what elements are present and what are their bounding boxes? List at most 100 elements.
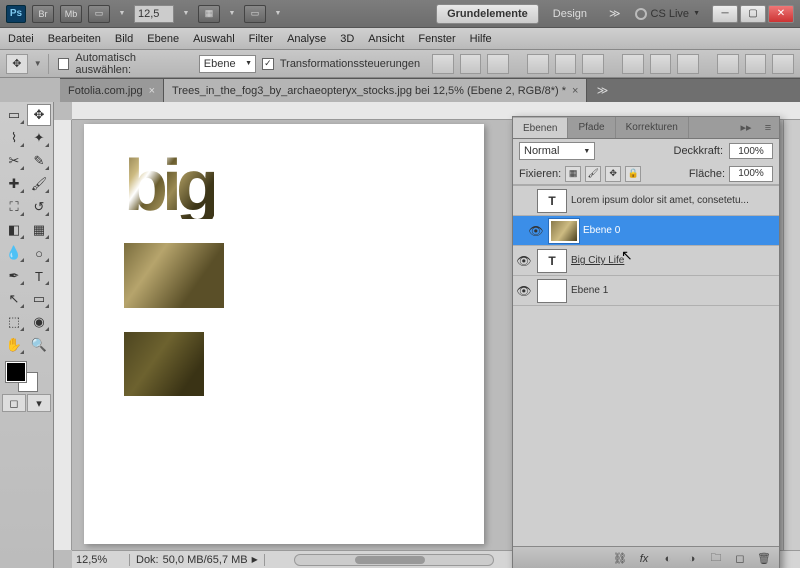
blend-mode-select[interactable]: Normal▼: [519, 142, 595, 160]
auto-select-target[interactable]: Ebene▼: [199, 55, 256, 73]
align-2-button[interactable]: [460, 54, 482, 74]
history-brush-tool[interactable]: ↺: [27, 196, 51, 218]
align-4-button[interactable]: [527, 54, 549, 74]
close-tab-icon[interactable]: ×: [572, 85, 578, 97]
shape-tool[interactable]: ▭: [27, 288, 51, 310]
eraser-tool[interactable]: ◧: [2, 219, 26, 241]
layer-group-button[interactable]: 🗀: [705, 550, 727, 568]
menu-ebene[interactable]: Ebene: [147, 33, 179, 45]
screenmode-toggle[interactable]: ▾: [27, 394, 51, 412]
new-layer-button[interactable]: ◻: [729, 550, 751, 568]
lasso-tool[interactable]: ⌇: [2, 127, 26, 149]
quick-select-tool[interactable]: ✦: [27, 127, 51, 149]
lock-transparency-icon[interactable]: ▦: [565, 166, 581, 182]
blur-tool[interactable]: 💧: [2, 242, 26, 264]
layer-name[interactable]: Ebene 1: [571, 285, 608, 296]
zoom-tool[interactable]: 🔍: [27, 334, 51, 356]
screenmode-dropdown-icon[interactable]: ▼: [272, 5, 284, 23]
foreground-swatch[interactable]: [6, 362, 26, 382]
visibility-toggle[interactable]: 👁: [515, 282, 533, 300]
cslive-button[interactable]: CS Live▼: [635, 8, 700, 20]
tab-ebenen[interactable]: Ebenen: [513, 117, 568, 138]
transform-checkbox[interactable]: ✓: [262, 58, 274, 70]
layer-mask-button[interactable]: ◐: [657, 550, 679, 568]
distribute-4-button[interactable]: [717, 54, 739, 74]
3d-tool[interactable]: ⬚: [2, 311, 26, 333]
layer-name[interactable]: Big City Life: [571, 255, 624, 266]
bridge-button[interactable]: Br: [32, 5, 54, 23]
quickmask-button[interactable]: ◻: [2, 394, 26, 412]
move-tool-preset[interactable]: ✥: [6, 54, 28, 74]
layer-row[interactable]: 👁 Ebene 1: [513, 276, 779, 306]
adjustment-layer-button[interactable]: ◑: [681, 550, 703, 568]
visibility-toggle[interactable]: 👁: [527, 222, 545, 240]
auto-select-checkbox[interactable]: [58, 58, 70, 70]
zoom-dropdown-icon[interactable]: ▼: [180, 5, 192, 23]
move-tool[interactable]: ✥: [27, 104, 51, 126]
3d-camera-tool[interactable]: ◉: [27, 311, 51, 333]
layer-row[interactable]: 👁 T Big City Life: [513, 246, 779, 276]
tabs-overflow-button[interactable]: ≫: [587, 79, 617, 102]
arrange-button[interactable]: ▦: [198, 5, 220, 23]
layer-row[interactable]: 👁 Ebene 0 ↖: [513, 216, 779, 246]
zoom-field[interactable]: 12,5: [134, 5, 174, 23]
lock-position-icon[interactable]: ✥: [605, 166, 621, 182]
preset-dropdown-icon[interactable]: ▼: [34, 59, 42, 68]
color-swatches[interactable]: [2, 360, 51, 392]
menu-bild[interactable]: Bild: [115, 33, 133, 45]
view-extras-button[interactable]: ▭: [88, 5, 110, 23]
layer-thumbnail[interactable]: [537, 279, 567, 303]
tab-korrekturen[interactable]: Korrekturen: [616, 117, 689, 138]
distribute-1-button[interactable]: [622, 54, 644, 74]
window-maximize-button[interactable]: ▢: [740, 5, 766, 23]
hand-tool[interactable]: ✋: [2, 334, 26, 356]
distribute-2-button[interactable]: [650, 54, 672, 74]
minibridge-button[interactable]: Mb: [60, 5, 82, 23]
vertical-ruler[interactable]: [54, 120, 72, 550]
crop-tool[interactable]: ✂: [2, 150, 26, 172]
close-tab-icon[interactable]: ×: [149, 85, 155, 97]
distribute-6-button[interactable]: [772, 54, 794, 74]
document-tab-1[interactable]: Fotolia.com.jpg ×: [60, 79, 164, 102]
menu-analyse[interactable]: Analyse: [287, 33, 326, 45]
type-tool[interactable]: T: [27, 265, 51, 287]
menu-auswahl[interactable]: Auswahl: [193, 33, 235, 45]
path-select-tool[interactable]: ↖: [2, 288, 26, 310]
visibility-toggle[interactable]: [515, 192, 533, 210]
dropdown-arrow-icon[interactable]: ▼: [116, 5, 128, 23]
opacity-field[interactable]: 100%: [729, 143, 773, 159]
eyedropper-tool[interactable]: ✎: [27, 150, 51, 172]
menu-ansicht[interactable]: Ansicht: [368, 33, 404, 45]
visibility-toggle[interactable]: 👁: [515, 252, 533, 270]
distribute-3-button[interactable]: [677, 54, 699, 74]
pen-tool[interactable]: ✒: [2, 265, 26, 287]
menu-fenster[interactable]: Fenster: [418, 33, 455, 45]
workspace-secondary[interactable]: Design: [545, 8, 595, 20]
menu-3d[interactable]: 3D: [340, 33, 354, 45]
document-canvas[interactable]: big city Life: [84, 124, 484, 544]
dodge-tool[interactable]: ○: [27, 242, 51, 264]
layer-name[interactable]: Lorem ipsum dolor sit amet, consetetu...: [571, 195, 749, 206]
marquee-tool[interactable]: ▭: [2, 104, 26, 126]
menu-bearbeiten[interactable]: Bearbeiten: [48, 33, 101, 45]
horizontal-scrollbar[interactable]: [294, 554, 494, 566]
arrange-dropdown-icon[interactable]: ▼: [226, 5, 238, 23]
distribute-5-button[interactable]: [745, 54, 767, 74]
brush-tool[interactable]: 🖌: [27, 173, 51, 195]
align-1-button[interactable]: [432, 54, 454, 74]
delete-layer-button[interactable]: 🗑: [753, 550, 775, 568]
lock-all-icon[interactable]: 🔒: [625, 166, 641, 182]
heal-tool[interactable]: ✚: [2, 173, 26, 195]
menu-hilfe[interactable]: Hilfe: [470, 33, 492, 45]
window-minimize-button[interactable]: ─: [712, 5, 738, 23]
align-5-button[interactable]: [555, 54, 577, 74]
layer-row[interactable]: T Lorem ipsum dolor sit amet, consetetu.…: [513, 186, 779, 216]
panel-menu-icon[interactable]: ≡: [757, 117, 779, 138]
document-tab-2[interactable]: Trees_in_the_fog3_by_archaeopteryx_stock…: [164, 79, 587, 102]
menu-datei[interactable]: Datei: [8, 33, 34, 45]
layer-fx-button[interactable]: fx: [633, 550, 655, 568]
vertical-scrollbar[interactable]: [783, 120, 800, 550]
align-6-button[interactable]: [582, 54, 604, 74]
status-zoom[interactable]: 12,5%: [72, 554, 130, 566]
lock-pixels-icon[interactable]: 🖌: [585, 166, 601, 182]
